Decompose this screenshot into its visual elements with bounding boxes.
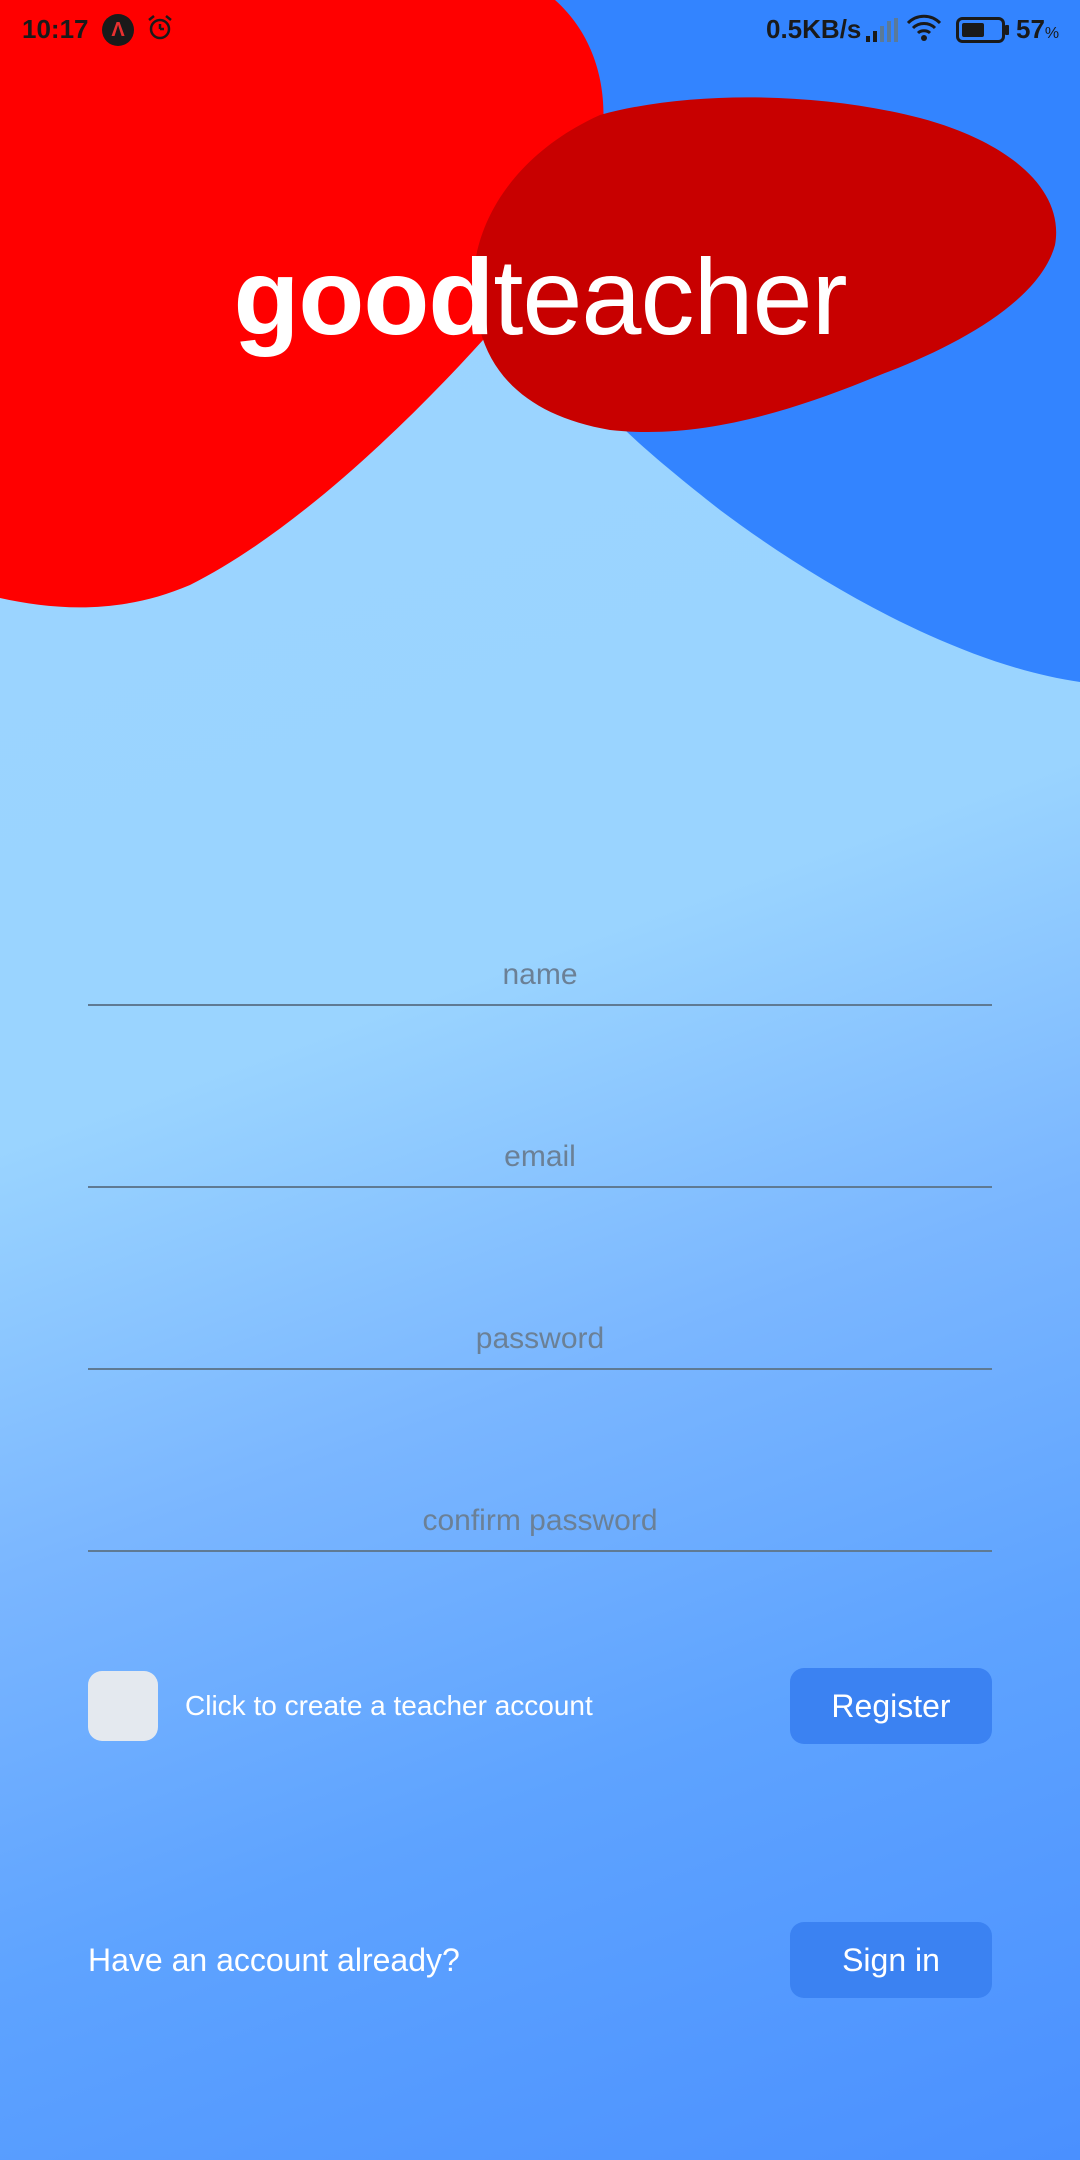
battery-icon [956, 17, 1009, 43]
register-button[interactable]: Register [790, 1668, 992, 1744]
status-time: 10:17 [22, 14, 89, 44]
password-field [88, 1288, 992, 1370]
name-input[interactable] [88, 924, 992, 1004]
signal-icon [866, 18, 898, 42]
battery-percent: 57% [1016, 14, 1060, 44]
confirm-password-input[interactable] [88, 1470, 992, 1550]
confirm-password-field [88, 1470, 992, 1552]
password-input[interactable] [88, 1288, 992, 1368]
alarm-icon [148, 15, 172, 40]
logo-bold-part: good [233, 236, 494, 357]
wifi-icon [906, 14, 942, 41]
email-field [88, 1106, 992, 1188]
email-input[interactable] [88, 1106, 992, 1186]
logo-light-part: teacher [493, 236, 847, 357]
teacher-account-checkbox[interactable] [88, 1671, 158, 1741]
status-bar: 10:17 Λ 0.5KB/s 57% [0, 0, 1080, 62]
app-badge-icon: Λ [102, 14, 134, 46]
net-speed: 0.5KB/s [766, 14, 862, 44]
sign-in-button[interactable]: Sign in [790, 1922, 992, 1998]
app-logo: goodteacher [0, 232, 1080, 362]
name-field [88, 924, 992, 1006]
teacher-account-label[interactable]: Click to create a teacher account [185, 1688, 593, 1724]
have-account-text: Have an account already? [88, 1942, 460, 1978]
